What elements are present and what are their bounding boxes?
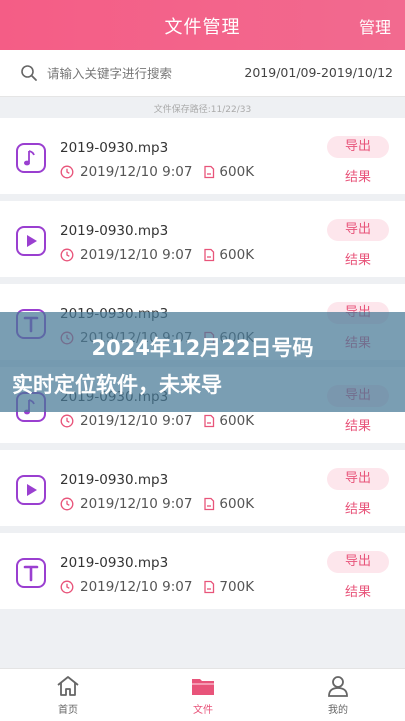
play-icon: [27, 235, 37, 247]
play-icon: [27, 484, 37, 496]
manage-button[interactable]: 管理: [359, 14, 391, 38]
file-meta: 2019/12/10 9:07 600K: [60, 247, 254, 263]
export-button[interactable]: 导出: [327, 219, 389, 241]
clock-icon: [60, 414, 74, 428]
banner-line-1: 2024年12月22日号码: [91, 336, 314, 360]
tab-home-label: 首页: [58, 705, 78, 716]
file-name: 2019-0930.mp3: [60, 472, 169, 488]
file-type-icon: [16, 558, 46, 588]
file-row[interactable]: 2019-0930.mp3 2019/12/10 9:07 600K 导出结果: [0, 450, 405, 526]
file-meta: 2019/12/10 9:07 700K: [60, 579, 254, 595]
result-link[interactable]: 结果: [327, 166, 389, 185]
file-size-icon: [204, 248, 215, 262]
file-type-icon: [16, 226, 46, 256]
text-t-icon: [23, 565, 39, 582]
search-input[interactable]: [45, 61, 221, 85]
file-size: 600K: [219, 164, 255, 180]
file-meta: 2019/12/10 9:07 600K: [60, 413, 254, 429]
user-icon: [328, 676, 348, 697]
export-button[interactable]: 导出: [327, 551, 389, 573]
watermark-banner: 2024年12月22日号码 实时定位软件，未来导: [0, 312, 405, 412]
tab-home[interactable]: 首页: [38, 673, 98, 716]
result-link[interactable]: 结果: [327, 498, 389, 517]
file-name: 2019-0930.mp3: [60, 140, 169, 156]
home-icon: [57, 676, 79, 696]
file-size-icon: [204, 580, 215, 594]
file-time: 2019/12/10 9:07: [80, 164, 193, 180]
export-button[interactable]: 导出: [327, 136, 389, 158]
file-meta: 2019/12/10 9:07 600K: [60, 496, 254, 512]
tab-files[interactable]: 文件: [173, 673, 233, 716]
file-row[interactable]: 2019-0930.mp3 2019/12/10 9:07 600K 导出结果: [0, 201, 405, 277]
file-size: 700K: [219, 579, 255, 595]
save-path-label: 文件保存路径:11/22/33: [153, 105, 252, 115]
file-type-icon: [16, 143, 46, 173]
date-range-filter[interactable]: 2019/01/09-2019/10/12: [244, 65, 393, 80]
app-header: 文件管理 管理: [0, 0, 405, 50]
file-size: 600K: [219, 247, 255, 263]
file-time: 2019/12/10 9:07: [80, 413, 193, 429]
music-note-icon: [24, 150, 35, 166]
file-row[interactable]: 2019-0930.mp3 2019/12/10 9:07 600K 导出结果: [0, 118, 405, 194]
file-size-icon: [204, 165, 215, 179]
bottom-tab-bar: 首页 文件 我的: [0, 668, 405, 721]
file-time: 2019/12/10 9:07: [80, 579, 193, 595]
file-name: 2019-0930.mp3: [60, 223, 169, 239]
clock-icon: [60, 497, 74, 511]
file-size: 600K: [219, 496, 255, 512]
file-time: 2019/12/10 9:07: [80, 496, 193, 512]
export-button[interactable]: 导出: [327, 468, 389, 490]
file-row[interactable]: 2019-0930.mp3 2019/12/10 9:07 700K 导出结果: [0, 533, 405, 609]
tab-files-label: 文件: [193, 705, 213, 716]
banner-line-2: 实时定位软件，未来导: [12, 373, 222, 397]
clock-icon: [60, 580, 74, 594]
result-link[interactable]: 结果: [327, 415, 389, 434]
result-link[interactable]: 结果: [327, 249, 389, 268]
file-size: 600K: [219, 413, 255, 429]
tab-mine-label: 我的: [328, 705, 348, 716]
file-meta: 2019/12/10 9:07 600K: [60, 164, 254, 180]
file-type-icon: [16, 475, 46, 505]
clock-icon: [60, 248, 74, 262]
result-link[interactable]: 结果: [327, 581, 389, 600]
search-icon: [21, 65, 37, 81]
file-size-icon: [204, 414, 215, 428]
tab-mine[interactable]: 我的: [308, 673, 368, 716]
page-title: 文件管理: [164, 17, 241, 38]
folder-icon: [192, 679, 214, 695]
file-size-icon: [204, 497, 215, 511]
search-bar: 2019/01/09-2019/10/12: [0, 50, 405, 97]
clock-icon: [60, 165, 74, 179]
file-time: 2019/12/10 9:07: [80, 247, 193, 263]
file-name: 2019-0930.mp3: [60, 555, 169, 571]
